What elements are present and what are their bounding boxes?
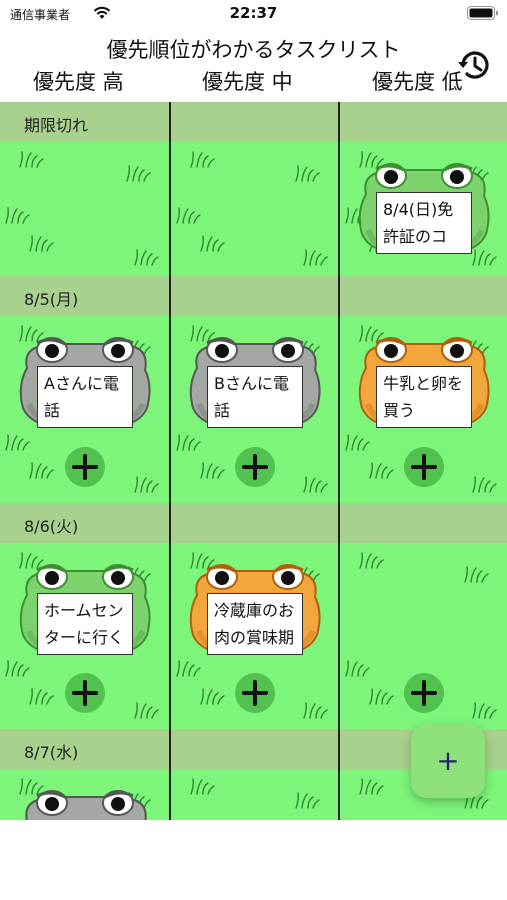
grass-decoration	[345, 660, 370, 677]
column-header-high: 優先度 高	[33, 70, 124, 94]
grass-decoration	[369, 688, 394, 705]
plus-icon	[411, 454, 437, 480]
grass-decoration	[303, 702, 328, 719]
date-section-label: 8/7(水)	[24, 743, 79, 762]
grass-decoration	[472, 476, 497, 493]
plus-icon	[242, 454, 268, 480]
status-time: 22:37	[229, 4, 278, 22]
grass-decoration	[29, 688, 54, 705]
add-task-button[interactable]: +	[411, 724, 485, 798]
grass-decoration	[5, 434, 30, 451]
task-label[interactable]: Bさんに電話	[207, 366, 303, 428]
date-section-label: 8/6(火)	[24, 517, 79, 536]
grass-decoration	[19, 151, 44, 168]
column-divider	[338, 102, 340, 820]
grass-decoration	[200, 462, 225, 479]
column-header-low: 優先度 低	[372, 70, 463, 94]
grass-decoration	[134, 476, 159, 493]
grass-decoration	[200, 235, 225, 252]
priority-column-headers: 優先度 高 優先度 中 優先度 低	[0, 64, 507, 100]
task-label[interactable]: 8/4(日)免許証のコ	[376, 192, 472, 254]
page-title: 優先順位がわかるタスクリスト	[106, 38, 401, 62]
grass-decoration	[345, 434, 370, 451]
history-button[interactable]	[453, 44, 495, 86]
plus-icon: +	[436, 744, 460, 777]
task-label[interactable]: ホームセンターに行く	[37, 593, 133, 655]
grass-decoration	[359, 778, 384, 795]
task-label[interactable]: 冷蔵庫のお肉の賞味期	[207, 593, 303, 655]
history-icon	[458, 51, 489, 79]
grass-decoration	[303, 476, 328, 493]
grass-decoration	[472, 702, 497, 719]
grass-decoration	[29, 235, 54, 252]
grass-decoration	[295, 165, 320, 182]
grass-decoration	[29, 462, 54, 479]
task-label[interactable]: 牛乳と卵を買う	[376, 366, 472, 428]
date-section-header: 8/5(月)	[0, 276, 507, 316]
date-section-label: 期限切れ	[24, 116, 89, 135]
grass-decoration	[464, 566, 489, 583]
grass-decoration	[134, 249, 159, 266]
grass-decoration	[5, 660, 30, 677]
grass-decoration	[126, 165, 151, 182]
task-label[interactable]: Aさんに電話	[37, 366, 133, 428]
add-task-in-cell-button[interactable]	[404, 447, 444, 487]
plus-icon	[411, 680, 437, 706]
grass-decoration	[176, 207, 201, 224]
add-task-in-cell-button[interactable]	[235, 673, 275, 713]
column-header-medium: 優先度 中	[202, 70, 293, 94]
battery-icon	[467, 6, 498, 20]
task-board: 期限切れ 8/4(日)免許証のコ 8/5(月) Aさんに電話 Bさんに電話 牛乳と卵を買う…	[0, 102, 507, 820]
date-section-header: 期限切れ	[0, 102, 507, 142]
add-task-in-cell-button[interactable]	[65, 447, 105, 487]
grass-decoration	[295, 792, 320, 809]
status-bar: 通信事業者 22:37	[0, 0, 507, 30]
column-divider	[169, 102, 171, 820]
add-task-in-cell-button[interactable]	[404, 673, 444, 713]
grass-decoration	[176, 660, 201, 677]
grass-decoration	[303, 249, 328, 266]
add-task-in-cell-button[interactable]	[235, 447, 275, 487]
add-task-in-cell-button[interactable]	[65, 673, 105, 713]
grass-decoration	[190, 151, 215, 168]
grass-decoration	[134, 702, 159, 719]
grass-decoration	[190, 778, 215, 795]
plus-icon	[72, 680, 98, 706]
grass-decoration	[369, 462, 394, 479]
plus-icon	[72, 454, 98, 480]
bottom-area	[0, 820, 507, 900]
frog-icon	[25, 790, 147, 820]
grass-decoration	[5, 207, 30, 224]
grass-decoration	[359, 552, 384, 569]
plus-icon	[242, 680, 268, 706]
date-section-label: 8/5(月)	[24, 290, 79, 309]
grass-decoration	[200, 688, 225, 705]
date-section-header: 8/6(火)	[0, 503, 507, 543]
grass-decoration	[176, 434, 201, 451]
